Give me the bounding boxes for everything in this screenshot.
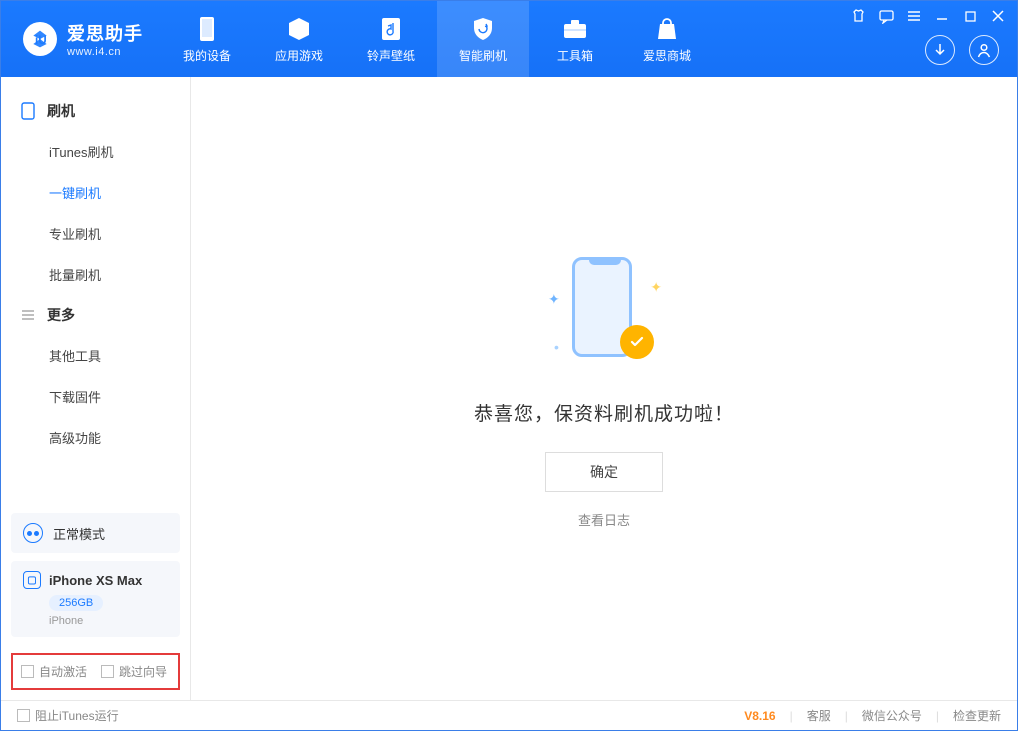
device-storage: 256GB (49, 595, 103, 611)
feedback-icon[interactable] (877, 7, 895, 25)
logo: iU 爱思助手 www.i4.cn (1, 1, 161, 77)
device-outline-icon (19, 102, 37, 120)
app-url: www.i4.cn (67, 46, 143, 58)
download-button[interactable] (925, 35, 955, 65)
sidebar-item-other-tools[interactable]: 其他工具 (1, 335, 190, 376)
sidebar-item-advanced[interactable]: 高级功能 (1, 417, 190, 458)
sidebar-item-batch-flash[interactable]: 批量刷机 (1, 254, 190, 295)
nav-smart-flash[interactable]: 智能刷机 (437, 1, 529, 77)
checkmark-badge-icon (620, 325, 654, 359)
sidebar-item-pro-flash[interactable]: 专业刷机 (1, 213, 190, 254)
app-name: 爱思助手 (67, 20, 143, 46)
success-message: 恭喜您，保资料刷机成功啦！ (474, 399, 734, 426)
bag-icon (653, 15, 681, 43)
footer-link-update[interactable]: 检查更新 (953, 707, 1001, 724)
header-actions (925, 35, 999, 65)
mode-icon (23, 523, 43, 543)
device-name: iPhone XS Max (49, 573, 142, 588)
footer-link-wechat[interactable]: 微信公众号 (862, 707, 922, 724)
nav-toolbox[interactable]: 工具箱 (529, 1, 621, 77)
sidebar-item-oneclick-flash[interactable]: 一键刷机 (1, 172, 190, 213)
window-controls (849, 7, 1007, 25)
checkbox-icon (101, 665, 114, 678)
top-nav: 我的设备 应用游戏 铃声壁纸 智能刷机 工具箱 爱思商城 (161, 1, 713, 77)
options-row: 自动激活 跳过向导 (11, 653, 180, 690)
sidebar-item-download-firmware[interactable]: 下载固件 (1, 376, 190, 417)
menu-icon[interactable] (905, 7, 923, 25)
ok-button[interactable]: 确定 (545, 452, 663, 492)
nav-store[interactable]: 爱思商城 (621, 1, 713, 77)
user-button[interactable] (969, 35, 999, 65)
sidebar: 刷机 iTunes刷机 一键刷机 专业刷机 批量刷机 更多 其他工具 下载固件 … (1, 77, 191, 700)
checkbox-icon (21, 665, 34, 678)
phone-icon (193, 15, 221, 43)
minimize-button[interactable] (933, 7, 951, 25)
nav-my-device[interactable]: 我的设备 (161, 1, 253, 77)
mode-label: 正常模式 (53, 524, 105, 543)
sidebar-group-more: 更多 (1, 295, 190, 335)
shield-refresh-icon (469, 15, 497, 43)
checkbox-auto-activate[interactable]: 自动激活 (21, 663, 87, 680)
sparkle-icon: ✦ (650, 279, 662, 296)
music-file-icon (377, 15, 405, 43)
toolbox-icon (561, 15, 589, 43)
footer: 阻止iTunes运行 V8.16 | 客服 | 微信公众号 | 检查更新 (1, 700, 1017, 730)
checkbox-stop-itunes[interactable]: 阻止iTunes运行 (17, 707, 119, 724)
body: 刷机 iTunes刷机 一键刷机 专业刷机 批量刷机 更多 其他工具 下载固件 … (1, 77, 1017, 700)
svg-text:iU: iU (35, 34, 47, 47)
sidebar-group-flash: 刷机 (1, 91, 190, 131)
device-type: iPhone (49, 615, 168, 627)
device-icon: ▢ (23, 571, 41, 589)
sparkle-icon: ✦ (548, 291, 560, 308)
maximize-button[interactable] (961, 7, 979, 25)
view-log-link[interactable]: 查看日志 (578, 510, 630, 529)
close-button[interactable] (989, 7, 1007, 25)
header: iU 爱思助手 www.i4.cn 我的设备 应用游戏 铃声壁纸 智能 (1, 1, 1017, 77)
sidebar-item-itunes-flash[interactable]: iTunes刷机 (1, 131, 190, 172)
list-icon (19, 308, 37, 322)
main-content: ✦ ✦ • 恭喜您，保资料刷机成功啦！ 确定 查看日志 (191, 77, 1017, 700)
footer-link-support[interactable]: 客服 (807, 707, 831, 724)
logo-icon: iU (23, 22, 57, 56)
app-window: iU 爱思助手 www.i4.cn 我的设备 应用游戏 铃声壁纸 智能 (0, 0, 1018, 731)
mode-block[interactable]: 正常模式 (11, 513, 180, 553)
version-label: V8.16 (744, 709, 775, 723)
cube-icon (285, 15, 313, 43)
shirt-icon[interactable] (849, 7, 867, 25)
sparkle-icon: • (554, 339, 559, 355)
nav-apps-games[interactable]: 应用游戏 (253, 1, 345, 77)
device-block[interactable]: ▢ iPhone XS Max 256GB iPhone (11, 561, 180, 637)
success-illustration: ✦ ✦ • (544, 249, 664, 369)
nav-ringtone-wallpaper[interactable]: 铃声壁纸 (345, 1, 437, 77)
checkbox-icon (17, 709, 30, 722)
checkbox-skip-guide[interactable]: 跳过向导 (101, 663, 167, 680)
